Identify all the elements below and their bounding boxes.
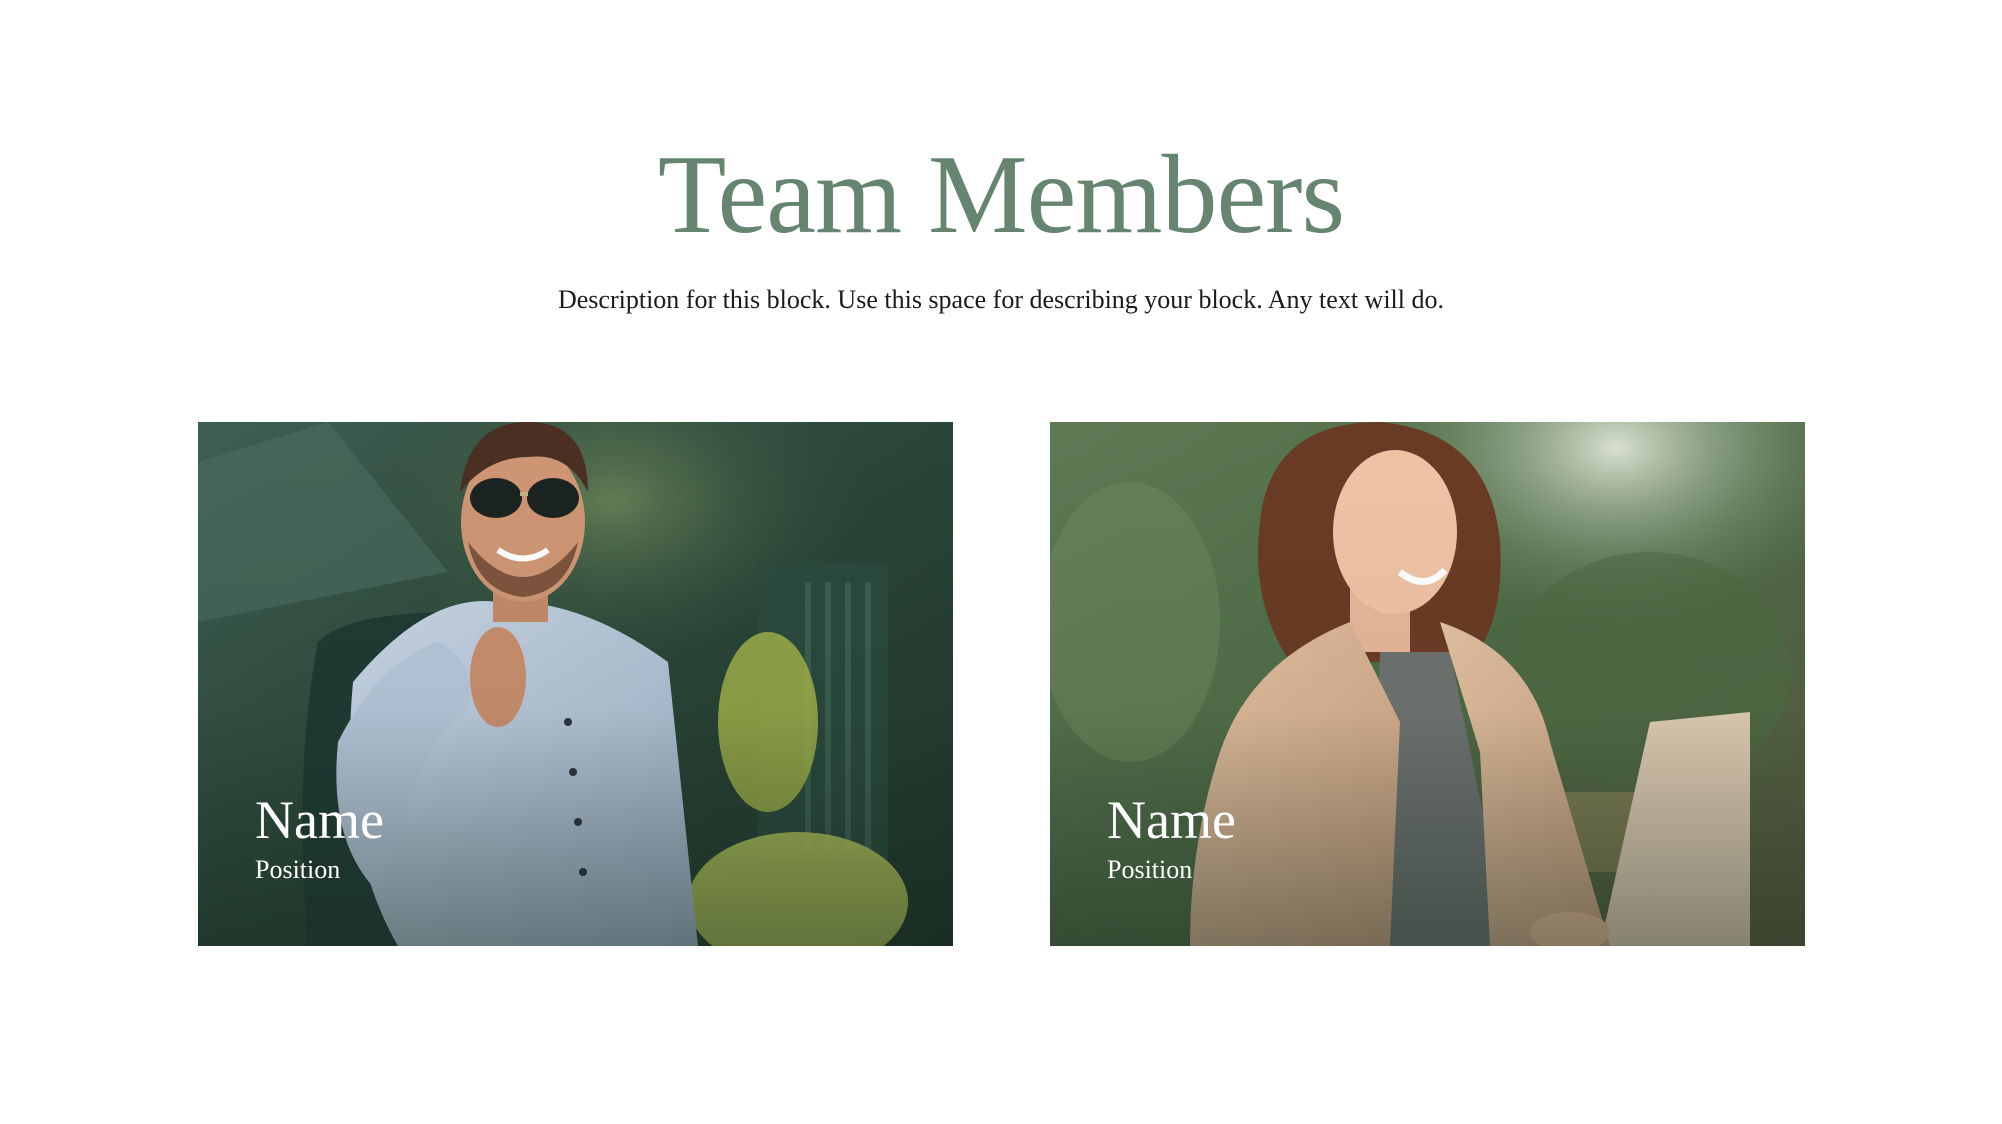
member-name: Name bbox=[1107, 790, 1236, 850]
member-position: Position bbox=[255, 855, 341, 884]
member-position: Position bbox=[1107, 855, 1193, 884]
team-member-card: Name Position bbox=[198, 422, 953, 946]
section-title: Team Members bbox=[657, 133, 1345, 257]
member-name: Name bbox=[255, 790, 384, 850]
section-description: Description for this block. Use this spa… bbox=[557, 285, 1444, 314]
team-member-card: Name Position bbox=[1050, 422, 1805, 946]
team-section: Team Members Description for this block.… bbox=[0, 0, 2002, 1124]
